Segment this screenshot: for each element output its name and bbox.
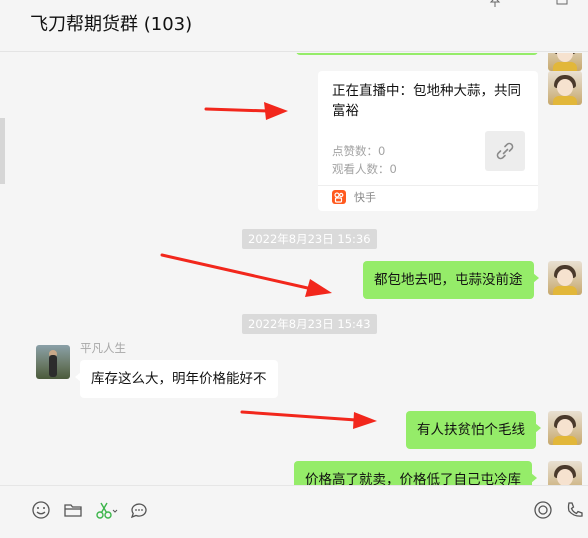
chat-title: 飞刀帮期货群 (103) xyxy=(30,14,193,35)
input-toolbar xyxy=(0,485,588,538)
message-list: 正在直播中：包地种大蒜，共同富裕 点赞数：0 观看人数：0 快手 2022年8月… xyxy=(0,53,588,485)
red-arrow-head xyxy=(264,102,288,120)
pin-icon[interactable] xyxy=(489,0,501,8)
chat-header: 飞刀帮期货群 (103) xyxy=(0,0,588,52)
emoji-icon[interactable] xyxy=(30,499,52,521)
red-arrow-head xyxy=(353,412,377,429)
live-icon[interactable] xyxy=(532,499,554,521)
scissors-icon[interactable] xyxy=(94,499,120,521)
red-arrow xyxy=(204,107,270,113)
chat-history-icon[interactable] xyxy=(128,499,150,521)
red-arrow xyxy=(240,410,358,422)
annotation-arrows xyxy=(160,102,377,429)
red-arrow-head xyxy=(305,279,332,297)
voice-call-icon[interactable] xyxy=(564,499,586,521)
red-arrow xyxy=(160,253,314,291)
maximize-icon[interactable] xyxy=(556,0,568,8)
folder-icon[interactable] xyxy=(62,499,84,521)
